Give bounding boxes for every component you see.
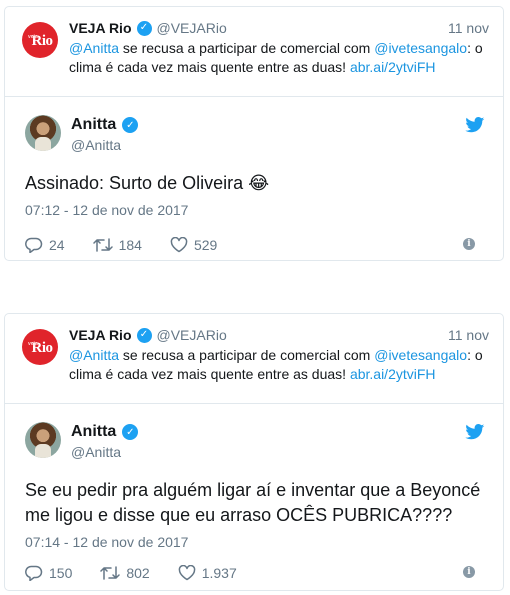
reply-count: 150 [49,565,73,581]
author-name[interactable]: Anitta [71,423,116,441]
quoted-text-part: se recusa a participar de comercial com [119,40,375,56]
quoted-author-handle[interactable]: @VEJARio [157,326,227,344]
embedded-tweet: veja Rio VEJA Rio ✓ @VEJARio 11 nov @Ani… [4,313,504,591]
anitta-avatar[interactable] [25,115,61,151]
quoted-text: @Anitta se recusa a participar de comerc… [69,346,489,384]
retweet-button[interactable]: 184 [92,237,142,253]
embedded-tweet: veja Rio VEJA Rio ✓ @VEJARio 11 nov @Ani… [4,6,504,261]
laughing-emoji: 😂 [248,173,270,193]
quoted-author-name[interactable]: VEJA Rio [69,19,132,37]
quoted-author-handle[interactable]: @VEJARio [157,19,227,37]
tweet-actions: 24 184 529 i [19,234,489,256]
reply-count: 24 [49,237,65,253]
like-icon [170,237,188,253]
reply-button[interactable]: 24 [25,237,65,253]
like-icon [178,565,196,581]
like-button[interactable]: 529 [170,237,217,253]
reply-icon [25,237,43,253]
retweet-count: 184 [118,237,142,253]
mention-link[interactable]: @Anitta [69,40,119,56]
quoted-tweet[interactable]: veja Rio VEJA Rio ✓ @VEJARio 11 nov @Ani… [5,314,503,404]
twitter-bird-icon[interactable] [465,424,485,440]
url-link[interactable]: abr.ai/2ytviFH [350,366,436,382]
like-count: 1.937 [201,565,237,581]
tweet-text-body: Assinado: Surto de Oliveira [25,173,244,193]
twitter-bird-icon[interactable] [465,117,485,133]
reply-icon [25,565,43,581]
url-link[interactable]: abr.ai/2ytviFH [350,59,436,75]
tweet-text: Se eu pedir pra alguém ligar aí e invent… [25,480,481,525]
quoted-text: @Anitta se recusa a participar de comerc… [69,39,489,77]
veja-rio-avatar[interactable]: veja Rio [22,22,58,58]
author-handle[interactable]: @Anitta [71,137,121,153]
author-handle[interactable]: @Anitta [71,444,121,460]
verified-icon: ✓ [122,117,139,133]
info-icon[interactable]: i [463,238,475,250]
tweet-text: Assinado: Surto de Oliveira 😂 [19,171,489,196]
tweet-timestamp[interactable]: 07:14 - 12 de nov de 2017 [19,534,489,550]
veja-rio-avatar[interactable]: veja Rio [22,329,58,365]
quoted-tweet[interactable]: veja Rio VEJA Rio ✓ @VEJARio 11 nov @Ani… [5,7,503,97]
retweet-icon [100,566,121,580]
retweet-icon [92,238,113,252]
verified-icon: ✓ [122,424,139,440]
retweet-button[interactable]: 802 [100,565,150,581]
tweet-author: Anitta ✓ @Anitta [19,111,489,159]
tweet-author: Anitta ✓ @Anitta [19,418,489,466]
tweet-actions: 150 802 1.937 i [19,562,489,584]
verified-icon: ✓ [136,327,152,343]
like-button[interactable]: 1.937 [178,565,237,581]
quoted-author-name[interactable]: VEJA Rio [69,326,132,344]
mention-link[interactable]: @ivetesangalo [374,40,467,56]
like-count: 529 [193,237,218,253]
main-tweet: Anitta ✓ @Anitta Assinado: Surto de Oliv… [5,111,503,256]
quoted-text-part: se recusa a participar de comercial com [119,347,375,363]
verified-icon: ✓ [136,20,152,36]
mention-link[interactable]: @ivetesangalo [374,347,467,363]
tweet-timestamp[interactable]: 07:12 - 12 de nov de 2017 [19,202,489,218]
quoted-date[interactable]: 11 nov [448,326,489,344]
main-tweet: Anitta ✓ @Anitta Se eu pedir pra alguém … [5,418,503,584]
retweet-count: 802 [126,565,150,581]
mention-link[interactable]: @Anitta [69,347,119,363]
reply-button[interactable]: 150 [25,565,72,581]
author-name[interactable]: Anitta [71,116,116,134]
info-icon[interactable]: i [463,566,475,578]
quoted-date[interactable]: 11 nov [448,19,489,37]
anitta-avatar[interactable] [25,422,61,458]
